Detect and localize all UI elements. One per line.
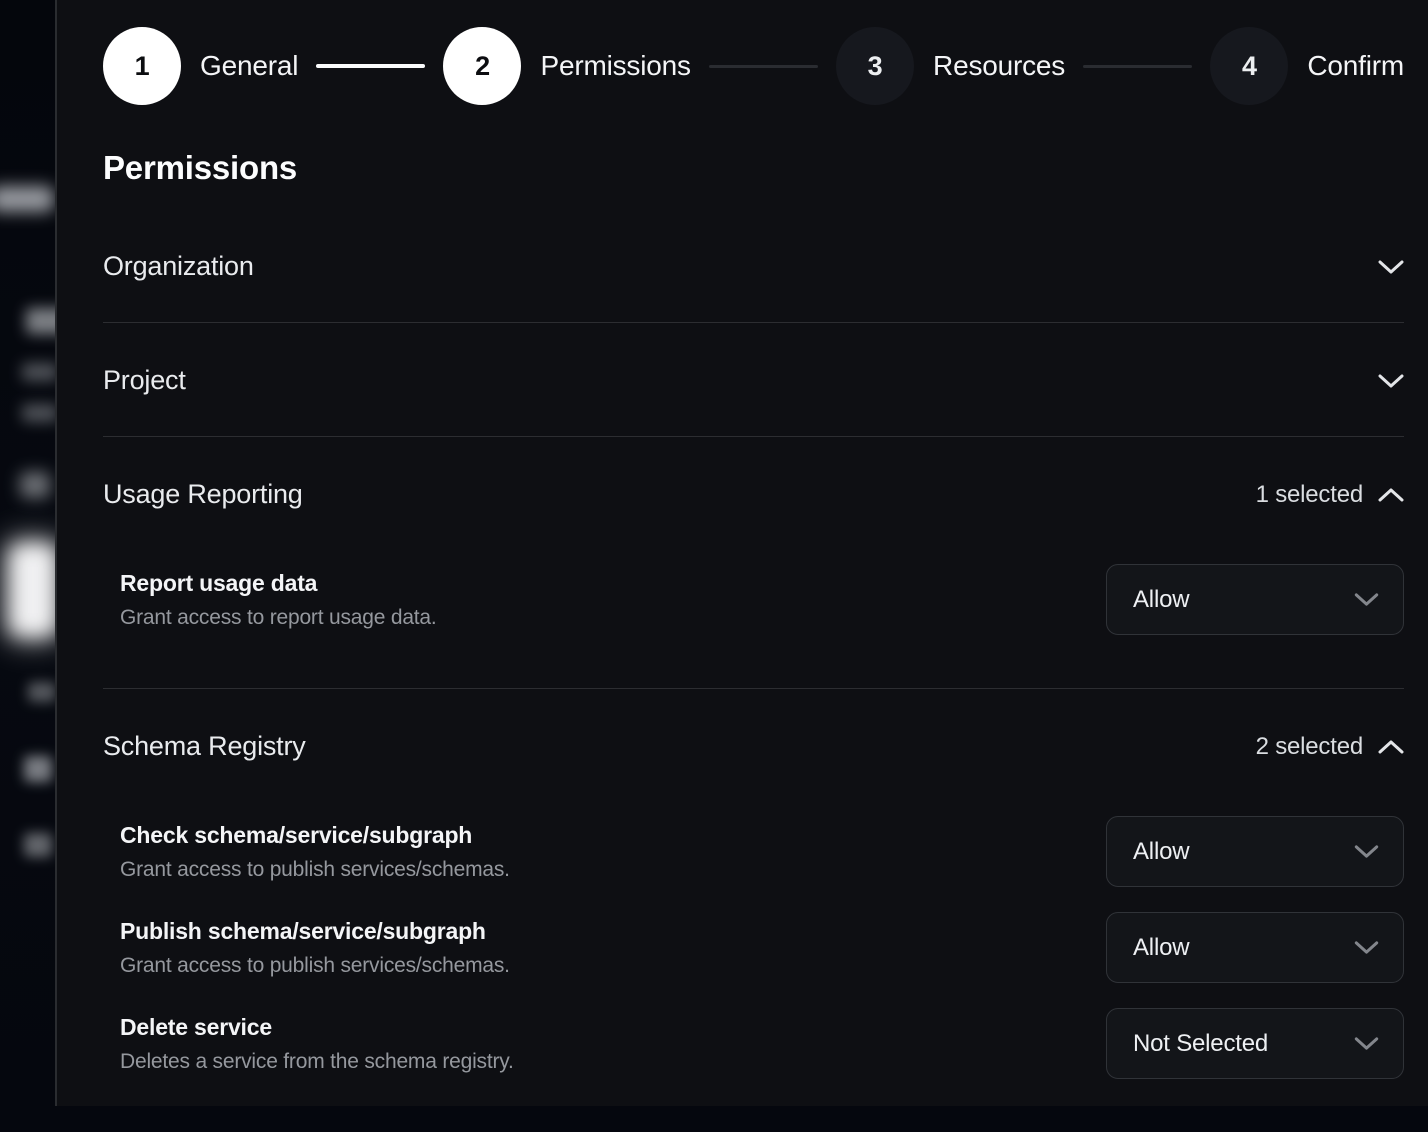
- permission-section: Usage Reporting 1 selected Report usage …: [103, 437, 1404, 689]
- select-value: Not Selected: [1133, 1030, 1268, 1058]
- section-meta: 1 selected: [1256, 481, 1404, 509]
- permission-title: Publish schema/service/subgraph: [120, 918, 510, 945]
- step-label: Confirm: [1307, 50, 1404, 82]
- section-title: Usage Reporting: [103, 479, 303, 510]
- step-number: 2: [475, 51, 490, 82]
- permission-section: Schema Registry 2 selected Check schema/…: [103, 689, 1404, 1132]
- permission-title: Check schema/service/subgraph: [120, 822, 510, 849]
- background-page-strip: [0, 0, 55, 1106]
- step-connector: [316, 64, 425, 68]
- select-value: Allow: [1133, 934, 1189, 962]
- stepper-step[interactable]: 1 General: [103, 27, 298, 105]
- permission-text: Publish schema/service/subgraph Grant ac…: [120, 918, 510, 978]
- section-title: Schema Registry: [103, 731, 306, 762]
- permission-row: Report usage data Grant access to report…: [103, 564, 1404, 635]
- permission-sections: Organization Project Usage Reporting: [103, 209, 1404, 1132]
- chevron-down-icon[interactable]: [1378, 374, 1404, 388]
- permission-text: Delete service Deletes a service from th…: [120, 1014, 514, 1074]
- permission-section: Organization: [103, 209, 1404, 323]
- select-value: Allow: [1133, 586, 1189, 614]
- section-title: Organization: [103, 251, 254, 282]
- permission-select[interactable]: Allow: [1106, 564, 1404, 635]
- step-number-badge: 4: [1210, 27, 1288, 105]
- section-title: Project: [103, 365, 186, 396]
- chevron-down-icon: [1354, 941, 1379, 954]
- section-header[interactable]: Usage Reporting 1 selected: [103, 437, 1404, 510]
- stepper-step[interactable]: 2 Permissions: [443, 27, 690, 105]
- blurred-blob: [28, 682, 55, 702]
- permission-section: Project: [103, 323, 1404, 437]
- selected-count: 1 selected: [1256, 481, 1363, 509]
- section-header[interactable]: Project: [103, 323, 1404, 436]
- step-connector: [709, 65, 818, 68]
- blurred-blob: [20, 472, 50, 498]
- permission-description: Grant access to publish services/schemas…: [120, 858, 510, 882]
- stepper-step[interactable]: 3 Resources: [836, 27, 1065, 105]
- step-number: 3: [868, 51, 883, 82]
- wizard-panel: 1 General 2 Permissions 3 Resources 4 Co…: [55, 0, 1428, 1106]
- permission-description: Deletes a service from the schema regist…: [120, 1050, 514, 1074]
- wizard-stepper: 1 General 2 Permissions 3 Resources 4 Co…: [103, 27, 1404, 105]
- chevron-down-icon: [1354, 1037, 1379, 1050]
- section-rows: Check schema/service/subgraph Grant acce…: [103, 762, 1404, 1132]
- section-meta: [1378, 374, 1404, 388]
- step-number-badge: 2: [443, 27, 521, 105]
- permission-row: Delete service Deletes a service from th…: [103, 1008, 1404, 1079]
- permission-text: Report usage data Grant access to report…: [120, 570, 437, 630]
- selected-count: 2 selected: [1256, 733, 1363, 761]
- step-number-badge: 3: [836, 27, 914, 105]
- blurred-blob: [8, 542, 55, 638]
- blurred-blob: [24, 756, 52, 782]
- chevron-up-icon[interactable]: [1378, 740, 1404, 754]
- section-header[interactable]: Schema Registry 2 selected: [103, 689, 1404, 762]
- chevron-up-icon[interactable]: [1378, 488, 1404, 502]
- blurred-blob: [22, 363, 55, 381]
- permission-text: Check schema/service/subgraph Grant acce…: [120, 822, 510, 882]
- section-meta: [1378, 260, 1404, 274]
- blurred-blob: [0, 186, 54, 212]
- chevron-down-icon: [1354, 845, 1379, 858]
- blurred-blob: [26, 308, 55, 334]
- select-value: Allow: [1133, 838, 1189, 866]
- chevron-down-icon: [1354, 593, 1379, 606]
- step-number: 4: [1242, 51, 1257, 82]
- section-rows: Report usage data Grant access to report…: [103, 510, 1404, 688]
- permission-select[interactable]: Not Selected: [1106, 1008, 1404, 1079]
- page-title: Permissions: [103, 149, 1404, 187]
- permission-title: Report usage data: [120, 570, 437, 597]
- chevron-down-icon[interactable]: [1378, 260, 1404, 274]
- permission-select[interactable]: Allow: [1106, 912, 1404, 983]
- permission-description: Grant access to report usage data.: [120, 606, 437, 630]
- blurred-blob: [22, 404, 55, 422]
- step-label: General: [200, 50, 298, 82]
- permission-row: Publish schema/service/subgraph Grant ac…: [103, 912, 1404, 983]
- step-number: 1: [135, 51, 150, 82]
- permission-description: Grant access to publish services/schemas…: [120, 954, 510, 978]
- step-number-badge: 1: [103, 27, 181, 105]
- permission-title: Delete service: [120, 1014, 514, 1041]
- section-meta: 2 selected: [1256, 733, 1404, 761]
- step-label: Permissions: [540, 50, 690, 82]
- step-connector: [1083, 65, 1192, 68]
- section-header[interactable]: Organization: [103, 209, 1404, 322]
- permission-row: Check schema/service/subgraph Grant acce…: [103, 816, 1404, 887]
- step-label: Resources: [933, 50, 1065, 82]
- permission-select[interactable]: Allow: [1106, 816, 1404, 887]
- stepper-step[interactable]: 4 Confirm: [1210, 27, 1404, 105]
- blurred-blob: [24, 833, 52, 857]
